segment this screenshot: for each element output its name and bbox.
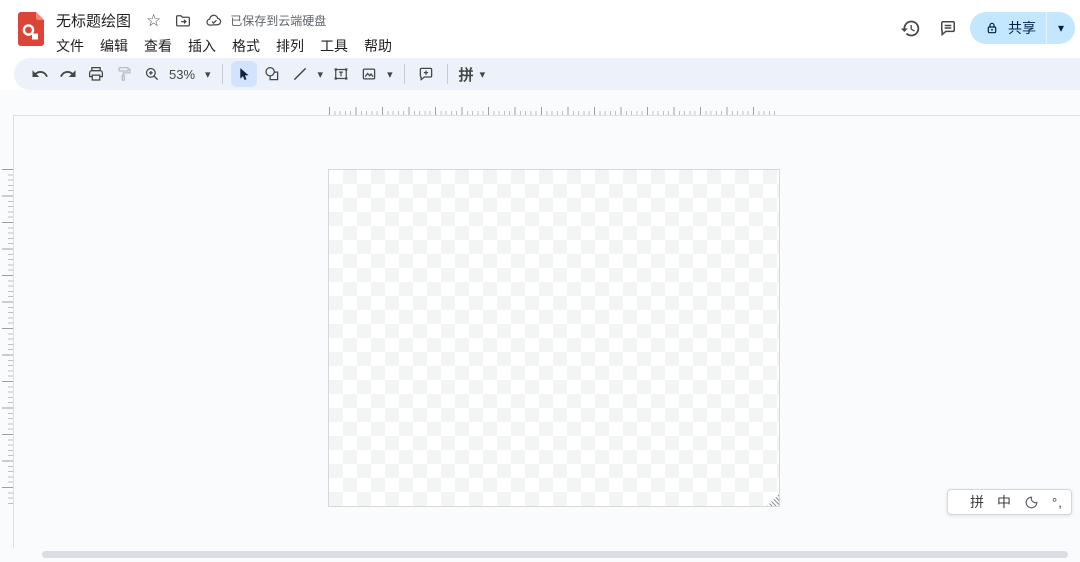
add-comment-button[interactable] xyxy=(413,61,439,87)
insert-image-button[interactable] xyxy=(356,61,382,87)
ime-punctuation-toggle[interactable]: °, xyxy=(1052,496,1063,509)
dropdown-arrow-icon: ▾ xyxy=(1058,22,1064,34)
redo-button[interactable] xyxy=(55,61,81,87)
saved-status-text[interactable]: 已保存到云端硬盘 xyxy=(230,12,326,29)
version-history-icon[interactable] xyxy=(894,12,926,44)
work-area-left-border xyxy=(13,115,14,548)
menu-item-edit[interactable]: 编辑 xyxy=(92,34,136,58)
line-tool-button[interactable] xyxy=(287,61,313,87)
shape-tool-button[interactable] xyxy=(259,61,285,87)
print-button[interactable] xyxy=(83,61,109,87)
toolbar-separator xyxy=(222,64,223,84)
vertical-ruler xyxy=(2,169,13,506)
text-box-tool-button[interactable] xyxy=(328,61,354,87)
header: 无标题绘图 ☆ 已保存到云端硬盘 文件 编辑 xyxy=(0,0,1080,58)
input-tools-button[interactable]: 拼 xyxy=(459,64,474,85)
toolbar-separator xyxy=(404,64,405,84)
move-to-folder-icon[interactable] xyxy=(174,12,192,30)
horizontal-ruler xyxy=(329,107,778,115)
share-dropdown-button[interactable]: ▾ xyxy=(1047,12,1075,44)
google-drawings-logo-icon[interactable] xyxy=(18,12,44,46)
toolbar: 53% ▾ ▾ xyxy=(14,58,1080,90)
undo-button[interactable] xyxy=(27,61,53,87)
title-block: 无标题绘图 ☆ 已保存到云端硬盘 文件 编辑 xyxy=(56,9,400,58)
input-tools-dropdown-arrow-icon[interactable]: ▾ xyxy=(476,65,490,83)
menu-item-insert[interactable]: 插入 xyxy=(180,34,224,58)
select-tool-button[interactable] xyxy=(231,61,257,87)
menu-item-view[interactable]: 查看 xyxy=(136,34,180,58)
paint-format-button[interactable] xyxy=(111,61,137,87)
ime-width-moon-icon[interactable] xyxy=(1024,495,1039,510)
ime-pinyin-toggle[interactable]: 拼 xyxy=(970,495,984,509)
image-dropdown-arrow-icon[interactable]: ▾ xyxy=(383,65,397,83)
menu-item-tools[interactable]: 工具 xyxy=(312,34,356,58)
menu-item-help[interactable]: 帮助 xyxy=(356,34,400,58)
horizontal-scrollbar[interactable] xyxy=(42,551,1068,558)
menu-item-file[interactable]: 文件 xyxy=(48,34,92,58)
drawing-canvas[interactable] xyxy=(328,169,780,507)
ime-language-toggle[interactable]: 中 xyxy=(997,495,1011,509)
zoom-level-value[interactable]: 53% xyxy=(169,67,197,82)
work-area: 拼 中 °, xyxy=(0,90,1080,562)
share-button-label: 共享 xyxy=(1008,18,1036,38)
star-icon[interactable]: ☆ xyxy=(146,12,161,29)
document-title[interactable]: 无标题绘图 xyxy=(56,10,131,31)
menu-item-format[interactable]: 格式 xyxy=(224,34,268,58)
canvas-resize-handle[interactable] xyxy=(767,494,779,506)
zoom-button[interactable] xyxy=(139,61,165,87)
toolbar-separator xyxy=(447,64,448,84)
cloud-saved-icon[interactable] xyxy=(205,12,223,30)
share-button-main[interactable]: 共享 xyxy=(970,12,1046,44)
header-actions: 共享 ▾ xyxy=(894,12,1075,44)
google-drawings-window: 无标题绘图 ☆ 已保存到云端硬盘 文件 编辑 xyxy=(0,0,1080,562)
comments-icon[interactable] xyxy=(932,12,964,44)
share-button[interactable]: 共享 ▾ xyxy=(970,12,1075,44)
line-dropdown-arrow-icon[interactable]: ▾ xyxy=(314,65,328,83)
menu-bar: 文件 编辑 查看 插入 格式 排列 工具 帮助 xyxy=(48,34,400,58)
menu-item-arrange[interactable]: 排列 xyxy=(268,34,312,58)
lock-icon xyxy=(984,20,1000,36)
work-area-top-border xyxy=(13,115,1080,116)
zoom-dropdown-arrow-icon[interactable]: ▾ xyxy=(201,65,215,83)
input-method-toolbar: 拼 中 °, xyxy=(947,489,1072,515)
